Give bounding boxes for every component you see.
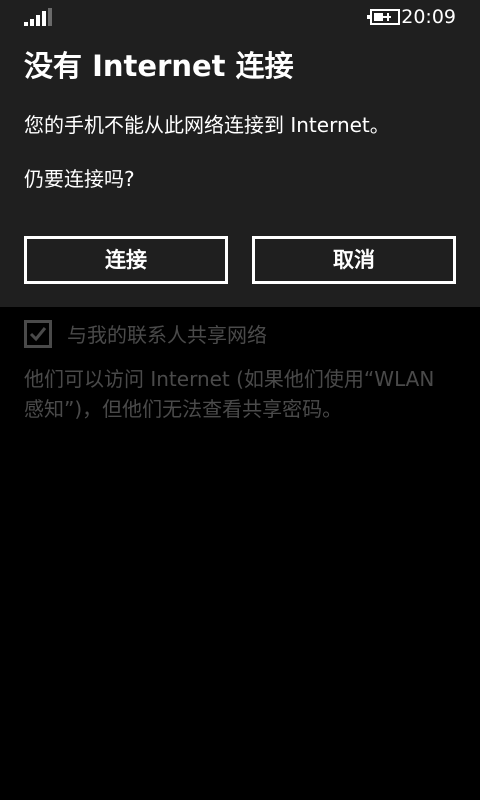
status-bar: 20:09	[0, 0, 480, 32]
status-clock: 20:09	[401, 6, 456, 28]
share-network-description: 他们可以访问 Internet (如果他们使用“WLAN 感知”)，但他们无法查…	[24, 367, 435, 421]
dialog-message: 您的手机不能从此网络连接到 Internet。	[24, 113, 390, 137]
connect-button[interactable]: 连接	[24, 236, 228, 284]
checkmark-icon	[29, 327, 47, 342]
no-internet-dialog: 没有 Internet 连接 您的手机不能从此网络连接到 Internet。 仍…	[0, 0, 480, 307]
share-network-label: 与我的联系人共享网络	[67, 323, 267, 347]
signal-strength-icon	[24, 8, 52, 26]
dialog-question: 仍要连接吗?	[24, 167, 135, 191]
phone-screen: 与我的联系人共享网络 他们可以访问 Internet (如果他们使用“WLAN …	[0, 0, 480, 800]
share-network-checkbox[interactable]	[24, 320, 52, 348]
cancel-button[interactable]: 取消	[252, 236, 456, 284]
battery-charging-icon	[367, 9, 400, 25]
dialog-title: 没有 Internet 连接	[24, 49, 294, 83]
